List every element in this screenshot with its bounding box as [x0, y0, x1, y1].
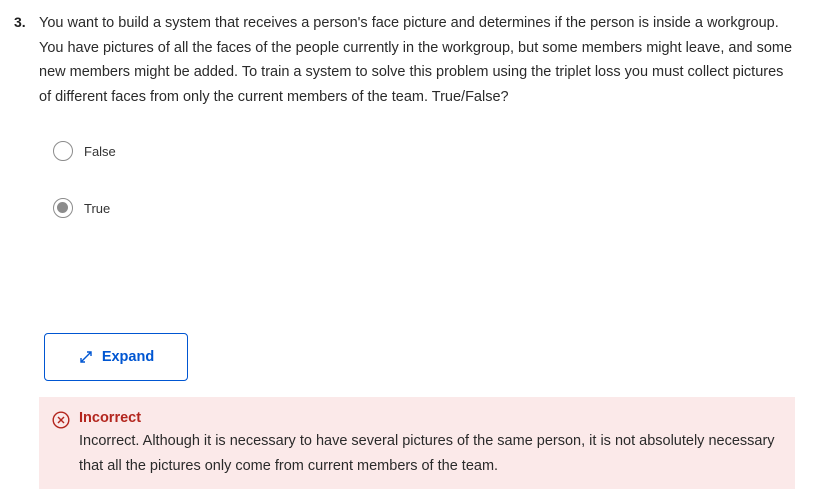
- option-true[interactable]: True: [53, 197, 110, 219]
- option-false[interactable]: False: [53, 140, 116, 162]
- feedback-text: Incorrect. Although it is necessary to h…: [79, 433, 775, 474]
- expand-arrows-icon: [78, 349, 94, 365]
- option-true-label: True: [84, 200, 111, 216]
- radio-false[interactable]: [53, 141, 73, 161]
- question-number: 3.: [14, 14, 26, 30]
- question-text: You want to build a system that receives…: [39, 15, 793, 105]
- x-circle-icon: [52, 411, 70, 429]
- radio-true[interactable]: [53, 198, 73, 218]
- expand-button[interactable]: Expand: [44, 333, 188, 381]
- feedback-status: Incorrect: [79, 410, 142, 426]
- option-false-label: False: [84, 143, 116, 159]
- quiz-question: 3. You want to build a system that recei…: [0, 0, 821, 500]
- expand-label: Expand: [101, 349, 155, 365]
- feedback-panel: Incorrect Incorrect. Although it is nece…: [39, 397, 795, 489]
